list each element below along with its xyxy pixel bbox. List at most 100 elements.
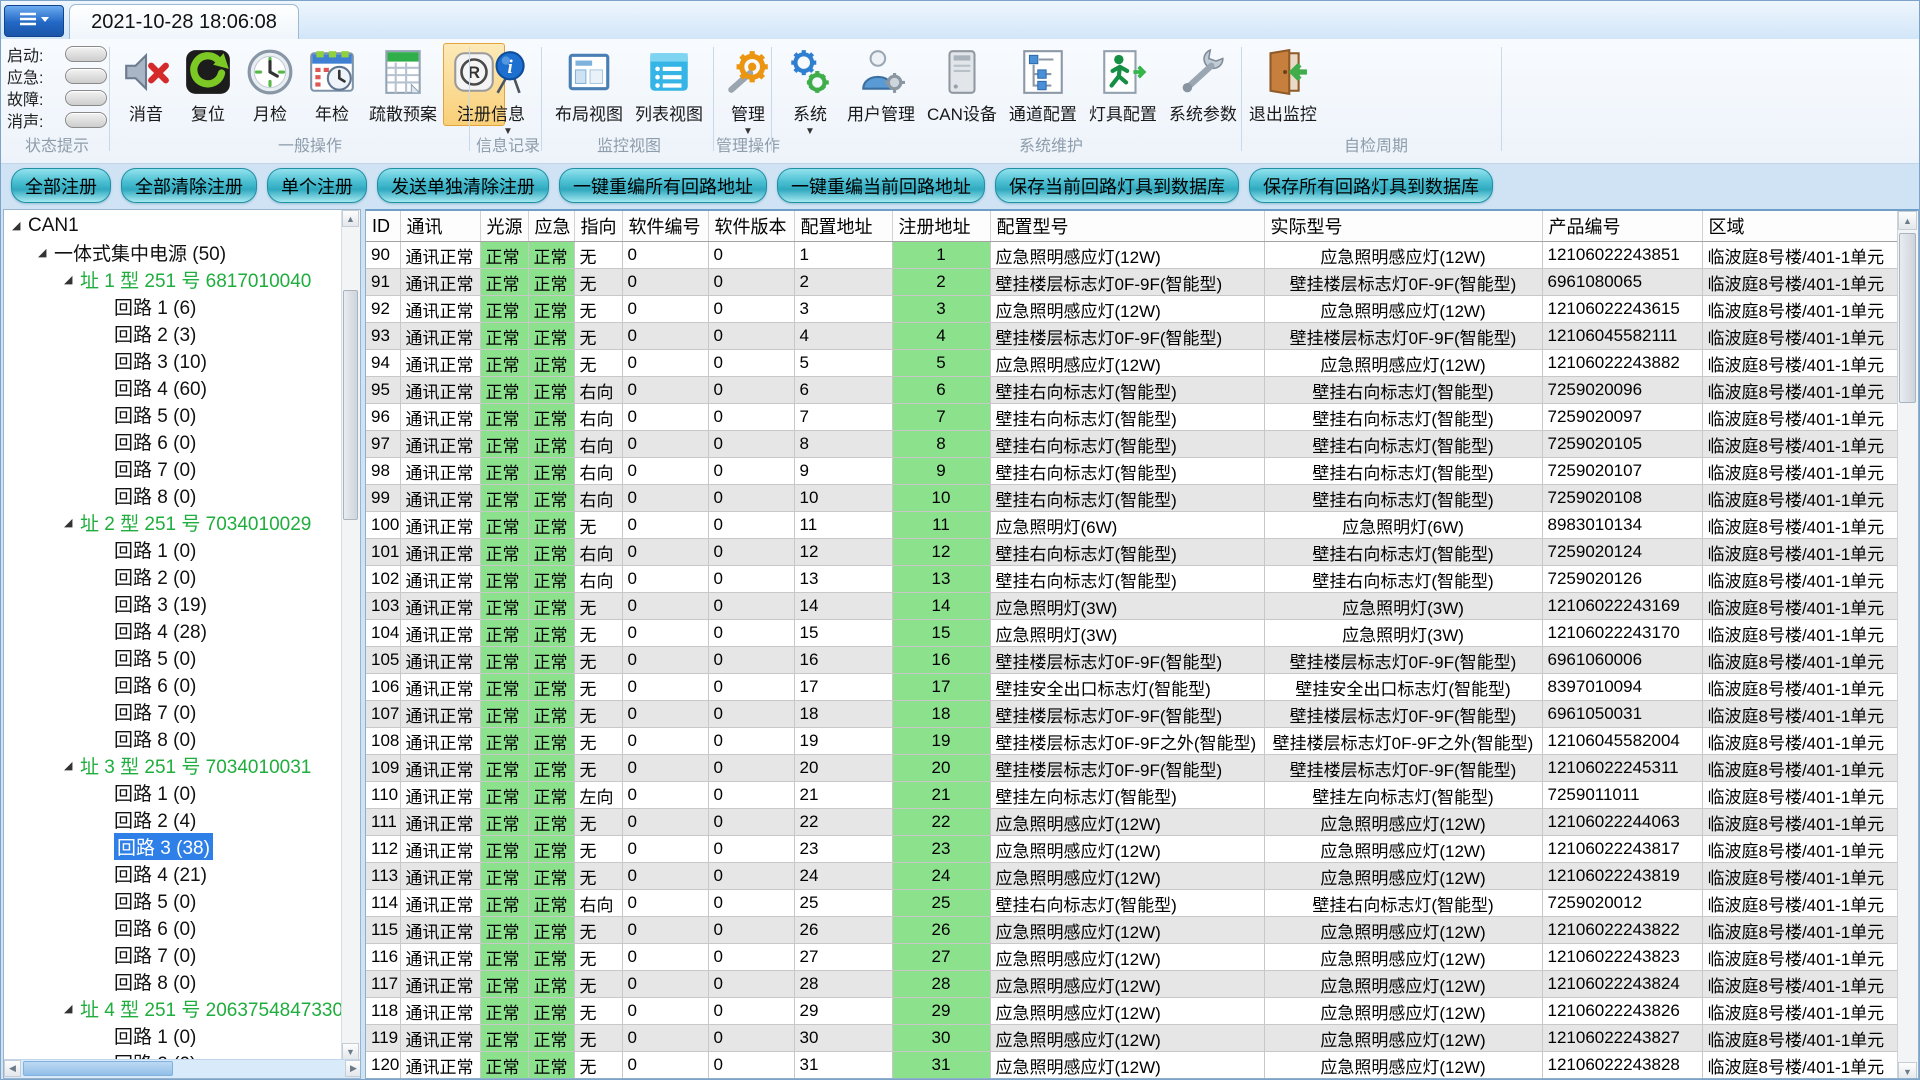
tree-item[interactable]: 回路 3 (38) — [4, 833, 342, 860]
cell[interactable]: 正常 — [528, 1052, 574, 1079]
cell[interactable]: 115 — [366, 917, 400, 944]
cell[interactable]: 5 — [794, 350, 892, 377]
table-vertical-scrollbar[interactable]: ▲ ▼ — [1897, 211, 1918, 1079]
table-row[interactable]: 117通讯正常正常正常无002828应急照明感应灯(12W)应急照明感应灯(12… — [366, 971, 1898, 998]
cell[interactable]: 壁挂左向标志灯(智能型) — [990, 782, 1264, 809]
cell[interactable]: 应急照明感应灯(12W) — [1264, 863, 1542, 890]
cell[interactable]: 右向 — [574, 458, 622, 485]
cell[interactable]: 壁挂右向标志灯(智能型) — [990, 485, 1264, 512]
cell[interactable]: 通讯正常 — [400, 917, 480, 944]
monthly-check-button[interactable]: 月检 — [239, 43, 301, 126]
cell[interactable]: 正常 — [480, 647, 528, 674]
cell[interactable]: 12106022243823 — [1542, 944, 1702, 971]
tree-item[interactable]: 回路 7 (0) — [4, 698, 342, 725]
tree-item[interactable]: 回路 5 (0) — [4, 887, 342, 914]
cell[interactable]: 临波庭8号楼/401-1单元 — [1702, 431, 1898, 458]
cell[interactable]: 26 — [892, 917, 990, 944]
tree-expand-arrow-icon[interactable]: ◢ — [12, 219, 28, 232]
cell[interactable]: 壁挂右向标志灯(智能型) — [1264, 458, 1542, 485]
tree-expand-arrow-icon[interactable]: ◢ — [64, 1002, 80, 1015]
cell[interactable]: 0 — [708, 917, 794, 944]
table-row[interactable]: 98通讯正常正常正常右向0099壁挂右向标志灯(智能型)壁挂右向标志灯(智能型)… — [366, 458, 1898, 485]
cell[interactable]: 0 — [622, 431, 708, 458]
cell[interactable]: 临波庭8号楼/401-1单元 — [1702, 350, 1898, 377]
table-row[interactable]: 111通讯正常正常正常无002222应急照明感应灯(12W)应急照明感应灯(12… — [366, 809, 1898, 836]
tree-item[interactable]: 回路 8 (0) — [4, 968, 342, 995]
cell[interactable]: 临波庭8号楼/401-1单元 — [1702, 485, 1898, 512]
cell[interactable]: 临波庭8号楼/401-1单元 — [1702, 620, 1898, 647]
cell[interactable]: 正常 — [480, 917, 528, 944]
cell[interactable]: 正常 — [480, 512, 528, 539]
cell[interactable]: 8 — [794, 431, 892, 458]
table-row[interactable]: 99通讯正常正常正常右向001010壁挂右向标志灯(智能型)壁挂右向标志灯(智能… — [366, 485, 1898, 512]
cell[interactable]: 12 — [794, 539, 892, 566]
cell[interactable]: 100 — [366, 512, 400, 539]
cell[interactable]: 通讯正常 — [400, 458, 480, 485]
cell[interactable]: 0 — [622, 971, 708, 998]
tree-item[interactable]: 回路 5 (0) — [4, 401, 342, 428]
cell[interactable]: 应急照明感应灯(12W) — [1264, 1052, 1542, 1079]
cell[interactable]: 无 — [574, 593, 622, 620]
cell[interactable]: 117 — [366, 971, 400, 998]
action-button-send-individual-clear[interactable]: 发送单独清除注册 — [377, 168, 549, 203]
cell[interactable]: 7259020105 — [1542, 431, 1702, 458]
tree-item[interactable]: 回路 3 (10) — [4, 347, 342, 374]
cell[interactable]: 正常 — [480, 782, 528, 809]
cell[interactable]: 17 — [794, 674, 892, 701]
cell[interactable]: 正常 — [480, 809, 528, 836]
cell[interactable]: 临波庭8号楼/401-1单元 — [1702, 917, 1898, 944]
cell[interactable]: 壁挂安全出口标志灯(智能型) — [1264, 674, 1542, 701]
cell[interactable]: 壁挂右向标志灯(智能型) — [990, 431, 1264, 458]
table-row[interactable]: 115通讯正常正常正常无002626应急照明感应灯(12W)应急照明感应灯(12… — [366, 917, 1898, 944]
cell[interactable]: 3 — [794, 296, 892, 323]
cell[interactable]: 5 — [892, 350, 990, 377]
cell[interactable]: 19 — [892, 728, 990, 755]
cell[interactable]: 0 — [708, 296, 794, 323]
action-button-rewrite-all-loop-addresses[interactable]: 一键重编所有回路地址 — [559, 168, 767, 203]
table-row[interactable]: 106通讯正常正常正常无001717壁挂安全出口标志灯(智能型)壁挂安全出口标志… — [366, 674, 1898, 701]
cell[interactable]: 壁挂安全出口标志灯(智能型) — [990, 674, 1264, 701]
tree-item[interactable]: 回路 4 (28) — [4, 617, 342, 644]
cell[interactable]: 12106022243824 — [1542, 971, 1702, 998]
cell[interactable]: 无 — [574, 296, 622, 323]
cell[interactable]: 右向 — [574, 890, 622, 917]
cell[interactable]: 壁挂右向标志灯(智能型) — [1264, 539, 1542, 566]
column-header[interactable]: 指向 — [574, 211, 622, 242]
cell[interactable]: 7259020012 — [1542, 890, 1702, 917]
cell[interactable]: 壁挂右向标志灯(智能型) — [1264, 431, 1542, 458]
cell[interactable]: 通讯正常 — [400, 593, 480, 620]
cell[interactable]: 正常 — [528, 323, 574, 350]
cell[interactable]: 通讯正常 — [400, 971, 480, 998]
scrollbar-thumb[interactable] — [23, 1061, 173, 1076]
cell[interactable]: 通讯正常 — [400, 701, 480, 728]
cell[interactable]: 0 — [708, 404, 794, 431]
layout-view-button[interactable]: 布局视图 — [549, 43, 629, 126]
cell[interactable]: 壁挂右向标志灯(智能型) — [1264, 890, 1542, 917]
system-params-button[interactable]: 系统参数 — [1163, 43, 1243, 126]
cell[interactable]: 正常 — [528, 404, 574, 431]
cell[interactable]: 临波庭8号楼/401-1单元 — [1702, 755, 1898, 782]
cell[interactable]: 应急照明感应灯(12W) — [1264, 809, 1542, 836]
cell[interactable]: 0 — [708, 674, 794, 701]
cell[interactable]: 0 — [622, 296, 708, 323]
cell[interactable]: 通讯正常 — [400, 863, 480, 890]
table-row[interactable]: 102通讯正常正常正常右向001313壁挂右向标志灯(智能型)壁挂右向标志灯(智… — [366, 566, 1898, 593]
cell[interactable]: 0 — [708, 836, 794, 863]
tree-item[interactable]: 回路 8 (0) — [4, 482, 342, 509]
table-row[interactable]: 118通讯正常正常正常无002929应急照明感应灯(12W)应急照明感应灯(12… — [366, 998, 1898, 1025]
cell[interactable]: 正常 — [528, 350, 574, 377]
cell[interactable]: 通讯正常 — [400, 890, 480, 917]
cell[interactable]: 正常 — [528, 836, 574, 863]
cell[interactable]: 正常 — [480, 566, 528, 593]
cell[interactable]: 壁挂右向标志灯(智能型) — [1264, 566, 1542, 593]
cell[interactable]: 临波庭8号楼/401-1单元 — [1702, 728, 1898, 755]
cell[interactable]: 无 — [574, 701, 622, 728]
tree-item[interactable]: 回路 3 (19) — [4, 590, 342, 617]
table-row[interactable]: 116通讯正常正常正常无002727应急照明感应灯(12W)应急照明感应灯(12… — [366, 944, 1898, 971]
cell[interactable]: 壁挂楼层标志灯0F-9F(智能型) — [1264, 269, 1542, 296]
tree-item[interactable]: 回路 8 (0) — [4, 725, 342, 752]
cell[interactable]: 应急照明感应灯(12W) — [990, 296, 1264, 323]
column-header[interactable]: 区域 — [1702, 211, 1898, 242]
cell[interactable]: 通讯正常 — [400, 242, 480, 269]
tree-expand-arrow-icon[interactable]: ◢ — [64, 759, 80, 772]
